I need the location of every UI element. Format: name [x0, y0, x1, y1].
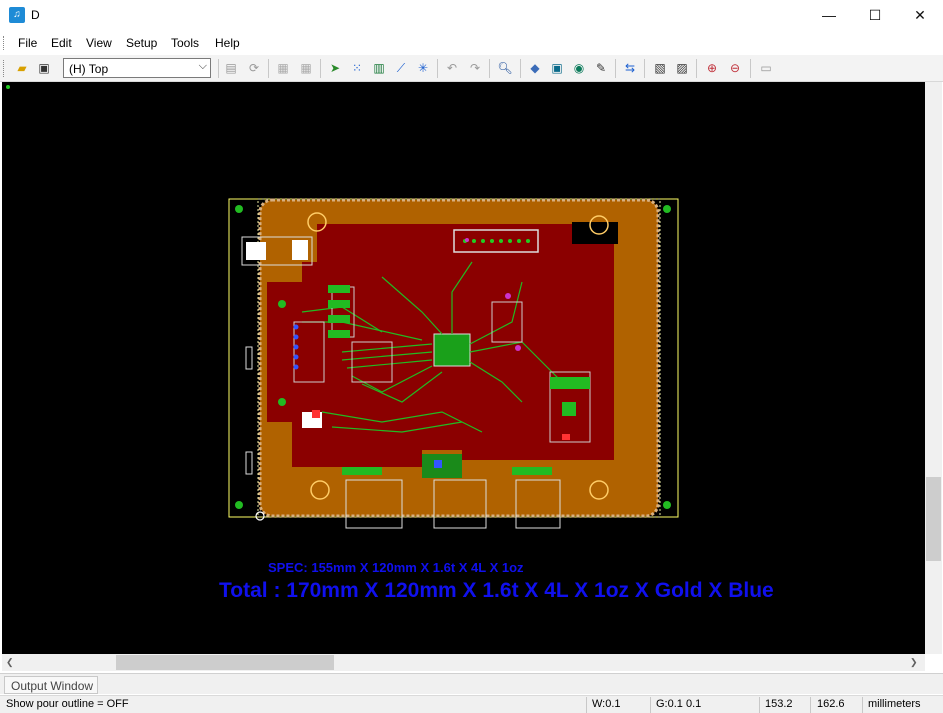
vertical-scrollbar[interactable] [925, 82, 942, 654]
redo-icon[interactable]: ↷ [466, 59, 484, 77]
line-icon[interactable]: ⟋ [392, 59, 410, 77]
layer-select[interactable]: (H) Top ⌵ [63, 58, 211, 78]
main-ic [433, 333, 471, 367]
horizontal-scroll-thumb[interactable] [116, 655, 334, 670]
menu-bar: File Edit View Setup Tools Help [0, 32, 943, 53]
scroll-left-icon[interactable]: ❮ [6, 657, 14, 668]
output-window-tab[interactable]: Output Window [4, 676, 98, 694]
toolbar-separator [615, 59, 616, 78]
toolbar-separator [320, 59, 321, 78]
toolbar-separator [437, 59, 438, 78]
layout-icon[interactable]: ▧ [651, 59, 669, 77]
drc-icon[interactable]: ✳ [414, 59, 432, 77]
toolbar-separator [218, 59, 219, 78]
status-divider [862, 697, 863, 713]
close-button[interactable]: ✕ [897, 0, 943, 31]
undo-icon[interactable]: ↶ [443, 59, 461, 77]
board-icon[interactable]: ▥ [370, 59, 388, 77]
find-icon[interactable]: ▣ [548, 59, 566, 77]
toolbar-grip[interactable] [3, 60, 6, 77]
status-x-coord: 153.2 [765, 698, 793, 710]
origin-marker [6, 85, 10, 89]
toolbar-separator [268, 59, 269, 78]
toolbar-separator [520, 59, 521, 78]
window-icon[interactable]: ▨ [673, 59, 691, 77]
flip-icon[interactable]: ⇆ [621, 59, 639, 77]
toolbar-separator [750, 59, 751, 78]
menu-file[interactable]: File [18, 36, 37, 50]
zoom-in-icon[interactable]: ⊕ [703, 59, 721, 77]
menu-view[interactable]: View [86, 36, 112, 50]
status-message: Show pour outline = OFF [6, 698, 129, 710]
route-icon[interactable]: ➤ [326, 59, 344, 77]
status-divider [650, 697, 651, 713]
array-icon[interactable]: ⁙ [348, 59, 366, 77]
chevron-down-icon: ⌵ [198, 60, 207, 72]
zoom-icon[interactable]: 🔍︎ [496, 59, 514, 77]
status-bar: Show pour outline = OFF W:0.1 G:0.1 0.1 … [0, 695, 943, 713]
highlight-icon[interactable]: ◉ [570, 59, 588, 77]
maximize-button[interactable]: ☐ [852, 0, 898, 31]
refresh-icon[interactable]: ⟳ [245, 59, 263, 77]
horizontal-scrollbar[interactable]: ❮ ❯ [2, 654, 925, 671]
status-divider [586, 697, 587, 713]
toolbar-separator [696, 59, 697, 78]
minimize-button[interactable]: — [806, 0, 852, 31]
measure-icon[interactable]: ◆ [526, 59, 544, 77]
title-bar: ♫ D — ☐ ✕ [0, 0, 943, 31]
status-width: W:0.1 [592, 698, 621, 710]
menu-tools[interactable]: Tools [171, 36, 199, 50]
menubar-grip[interactable] [3, 36, 6, 50]
pcb-canvas[interactable]: SPEC: 155mm X 120mm X 1.6t X 4L X 1oz To… [2, 82, 925, 654]
disabled-tool-icon[interactable]: ▦ [274, 59, 292, 77]
output-window-bar: Output Window [0, 673, 943, 694]
window-title: D [31, 8, 40, 22]
menu-setup[interactable]: Setup [126, 36, 157, 50]
status-divider [810, 697, 811, 713]
chart-icon[interactable]: ▭ [757, 59, 775, 77]
zoom-out-icon[interactable]: ⊖ [726, 59, 744, 77]
status-y-coord: 162.6 [817, 698, 845, 710]
toolbar-separator [644, 59, 645, 78]
open-file-icon[interactable]: ▰ [13, 59, 31, 77]
status-grid: G:0.1 0.1 [656, 698, 702, 710]
properties-icon[interactable]: ▤ [222, 59, 240, 77]
status-units: millimeters [868, 698, 921, 710]
vertical-scroll-thumb[interactable] [926, 477, 941, 561]
pcb-app-icon: ♫ [9, 7, 25, 23]
toolbar-separator [489, 59, 490, 78]
spec-total-text: Total : 170mm X 120mm X 1.6t X 4L X 1oz … [219, 579, 774, 602]
brush-icon[interactable]: ✎ [592, 59, 610, 77]
save-icon[interactable]: ▣ [35, 59, 53, 77]
disabled-tool-icon[interactable]: ▦ [297, 59, 315, 77]
spec-small-text: SPEC: 155mm X 120mm X 1.6t X 4L X 1oz [268, 560, 524, 575]
scroll-right-icon[interactable]: ❯ [910, 657, 918, 668]
menu-help[interactable]: Help [215, 36, 240, 50]
menu-edit[interactable]: Edit [51, 36, 72, 50]
status-divider [759, 697, 760, 713]
layer-select-value: (H) Top [69, 62, 109, 76]
